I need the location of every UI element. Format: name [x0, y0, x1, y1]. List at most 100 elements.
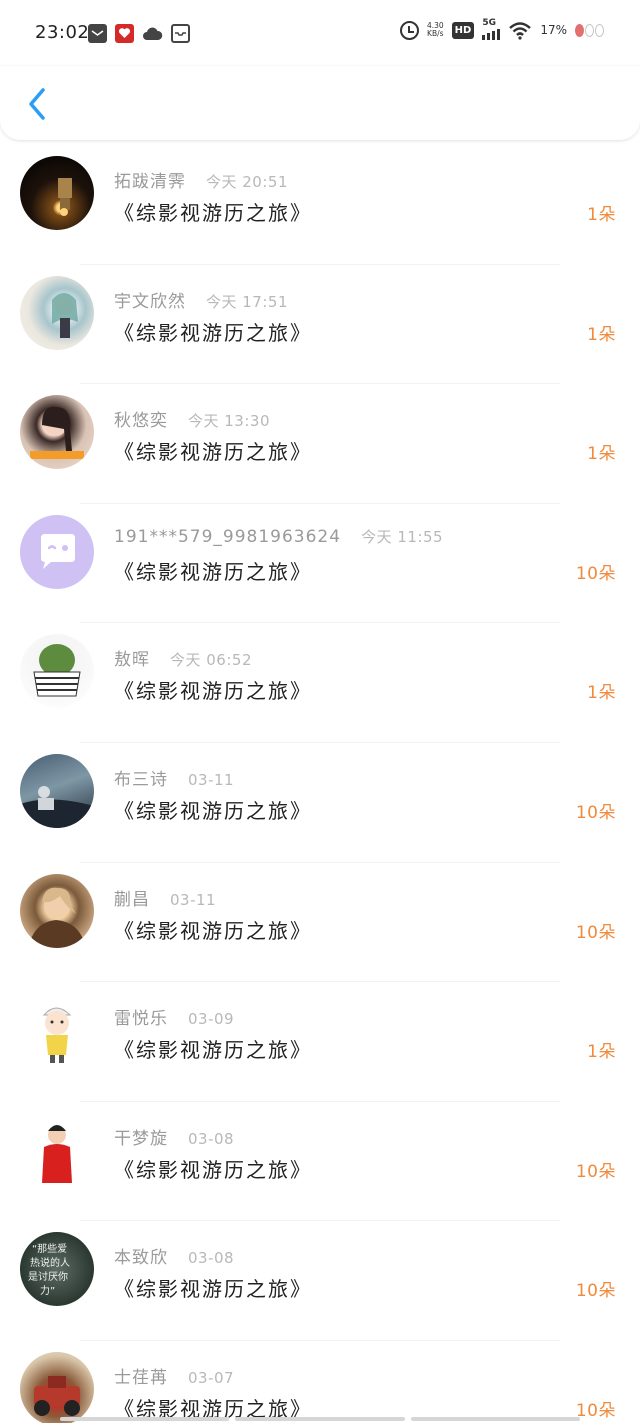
item-meta: 布三诗 03-11: [114, 765, 234, 790]
gift-time: 03-11: [170, 890, 217, 909]
list-item[interactable]: 士荏苒 03-07 《综影视游历之旅》 10朵: [0, 1341, 640, 1423]
avatar-text-1: “那些爱: [32, 1242, 67, 1255]
battery-icon: [575, 23, 604, 37]
list-item[interactable]: 蒯昌 03-11 《综影视游历之旅》 10朵: [0, 863, 640, 983]
flower-count: 10朵: [575, 922, 616, 943]
notification-icons: [88, 24, 190, 43]
user-name[interactable]: 布三诗: [114, 765, 168, 790]
item-meta: 本致欣 03-08: [114, 1243, 234, 1268]
gift-list: 拓跋清霁 今天 20:51 《综影视游历之旅》 1朵 宇文欣然 今天 17:51…: [0, 145, 640, 1423]
battery-percent: 17%: [540, 23, 567, 37]
gift-time: 今天 06:52: [170, 651, 252, 670]
item-meta: 干梦旋 03-08: [114, 1124, 234, 1149]
flower-count: 1朵: [587, 1042, 616, 1063]
user-name[interactable]: 敖晖: [114, 645, 150, 670]
flower-count: 1朵: [587, 444, 616, 465]
gift-time: 今天 13:30: [188, 412, 270, 431]
item-meta: 敖晖 今天 06:52: [114, 645, 252, 670]
book-title[interactable]: 《综影视游历之旅》: [114, 317, 312, 346]
gift-time: 03-07: [188, 1368, 235, 1387]
user-name[interactable]: 士荏苒: [114, 1363, 168, 1388]
scroll-indicator: [60, 1417, 580, 1421]
user-name[interactable]: 191***579_9981963624: [114, 527, 341, 547]
gift-time: 今天 11:55: [361, 527, 444, 546]
flower-count: 1朵: [587, 324, 616, 345]
avatar[interactable]: [20, 395, 94, 470]
avatar[interactable]: [20, 873, 94, 948]
back-button[interactable]: [20, 86, 54, 122]
avatar[interactable]: [20, 514, 94, 589]
book-title[interactable]: 《综影视游历之旅》: [114, 436, 312, 465]
book-title[interactable]: 《综影视游历之旅》: [114, 1034, 312, 1063]
flower-count: 1朵: [587, 683, 616, 704]
system-icons: 4.30 KB/s HD 5G 17%: [399, 18, 604, 40]
wifi-icon: [508, 20, 532, 40]
list-item[interactable]: 雷悦乐 03-09 《综影视游历之旅》 1朵: [0, 982, 640, 1102]
flower-count: 10朵: [575, 802, 616, 823]
item-meta: 拓跋清霁 今天 20:51: [114, 167, 288, 192]
user-name[interactable]: 雷悦乐: [114, 1004, 168, 1029]
book-title[interactable]: 《综影视游历之旅》: [114, 675, 312, 704]
item-meta: 宇文欣然 今天 17:51: [114, 287, 288, 312]
list-item[interactable]: 敖晖 今天 06:52 《综影视游历之旅》 1朵: [0, 623, 640, 743]
item-meta: 秋悠奕 今天 13:30: [114, 406, 270, 431]
gift-time: 03-08: [188, 1129, 235, 1148]
item-meta: 蒯昌 03-11: [114, 885, 216, 910]
flower-count: 10朵: [575, 1161, 616, 1182]
gift-time: 03-09: [188, 1010, 235, 1029]
avatar[interactable]: [20, 753, 94, 828]
book-title[interactable]: 《综影视游历之旅》: [114, 795, 312, 824]
avatar-text-4: 力”: [40, 1284, 55, 1297]
status-bar: 23:02 4.30 KB/s HD 5G 17%: [0, 0, 640, 66]
status-time: 23:02: [35, 22, 90, 43]
flower-count: 10朵: [575, 1400, 616, 1421]
item-meta: 雷悦乐 03-09: [114, 1004, 234, 1029]
user-name[interactable]: 秋悠奕: [114, 406, 168, 431]
flower-count: 1朵: [587, 205, 616, 225]
list-item[interactable]: 布三诗 03-11 《综影视游历之旅》 10朵: [0, 743, 640, 863]
book-title[interactable]: 《综影视游历之旅》: [114, 197, 312, 226]
avatar[interactable]: [20, 1112, 94, 1187]
item-meta: 191***579_9981963624 今天 11:55: [114, 526, 443, 547]
avatar[interactable]: [20, 156, 94, 230]
list-item[interactable]: 宇文欣然 今天 17:51 《综影视游历之旅》 1朵: [0, 265, 640, 385]
gift-time: 今天 20:51: [206, 173, 288, 191]
list-item[interactable]: 秋悠奕 今天 13:30 《综影视游历之旅》 1朵: [0, 384, 640, 504]
net-speed-unit: KB/s: [427, 29, 444, 38]
avatar-text-3: 是讨厌你: [28, 1270, 68, 1283]
list-item[interactable]: 干梦旋 03-08 《综影视游历之旅》 10朵: [0, 1102, 640, 1222]
user-name[interactable]: 干梦旋: [114, 1124, 168, 1149]
user-name[interactable]: 蒯昌: [114, 885, 150, 910]
gift-time: 今天 17:51: [206, 292, 288, 311]
message-icon: [88, 24, 107, 43]
user-name[interactable]: 本致欣: [114, 1243, 168, 1268]
red-app-icon: [115, 24, 134, 43]
flower-count: 10朵: [575, 1281, 616, 1302]
avatar[interactable]: [20, 634, 94, 709]
alarm-icon: [399, 20, 419, 40]
list-item[interactable]: “那些爱 热说的人 是讨厌你 力” 本致欣 03-08 《综影视游历之旅》 10…: [0, 1221, 640, 1341]
avatar-text-2: 热说的人: [30, 1256, 70, 1269]
net-speed: 4.30 KB/s: [427, 22, 444, 38]
user-name[interactable]: 拓跋清霁: [114, 167, 186, 192]
avatar[interactable]: [20, 1351, 94, 1423]
book-title[interactable]: 《综影视游历之旅》: [114, 556, 312, 585]
chat-bubble-icon: [41, 533, 75, 569]
book-title[interactable]: 《综影视游历之旅》: [114, 1154, 312, 1183]
flower-count: 10朵: [575, 563, 616, 584]
signal-icon: 5G: [482, 18, 501, 40]
book-title[interactable]: 《综影视游历之旅》: [114, 1273, 312, 1302]
list-item[interactable]: 191***579_9981963624 今天 11:55 《综影视游历之旅》 …: [0, 504, 640, 624]
book-title[interactable]: 《综影视游历之旅》: [114, 915, 312, 944]
avatar[interactable]: [20, 993, 94, 1068]
list-item[interactable]: 拓跋清霁 今天 20:51 《综影视游历之旅》 1朵: [0, 145, 640, 265]
hd-icon: HD: [451, 21, 475, 39]
user-name[interactable]: 宇文欣然: [114, 287, 186, 312]
avatar[interactable]: [20, 275, 94, 350]
avatar[interactable]: “那些爱 热说的人 是讨厌你 力”: [20, 1232, 94, 1307]
gift-time: 03-11: [188, 770, 235, 789]
header-bar: [0, 66, 640, 140]
network-type-label: 5G: [482, 18, 496, 28]
gift-time: 03-08: [188, 1249, 235, 1268]
inbox-icon: [171, 24, 190, 43]
